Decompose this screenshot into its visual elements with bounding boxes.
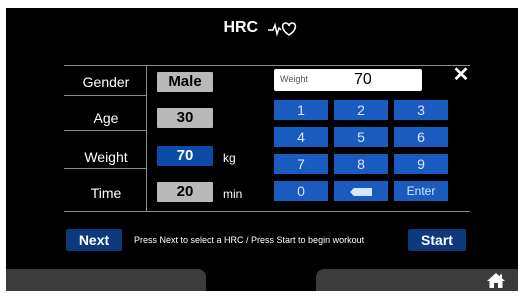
home-icon[interactable] [486, 272, 506, 289]
backspace-icon [349, 188, 372, 197]
screen: HRC Gender Male Age 30 Weight 70 kg Time… [6, 8, 518, 291]
weight-label: Weight [84, 149, 128, 165]
enter-button[interactable]: Enter [394, 181, 448, 201]
age-label: Age [93, 110, 119, 126]
key-4[interactable]: 4 [274, 127, 328, 147]
time-unit: min [223, 187, 243, 201]
backspace-button[interactable] [334, 181, 388, 201]
divider-row-1 [64, 95, 146, 96]
age-value[interactable]: 30 [157, 108, 213, 128]
title-text: HRC [223, 19, 259, 36]
time-label: Time [90, 185, 122, 201]
keypad-display-value: 70 [354, 71, 372, 88]
divider-bottom [64, 211, 470, 212]
key-5[interactable]: 5 [334, 127, 388, 147]
gender-value[interactable]: Male [157, 72, 213, 92]
key-0[interactable]: 0 [274, 181, 328, 201]
key-7[interactable]: 7 [274, 154, 328, 174]
weight-value[interactable]: 70 [157, 146, 213, 166]
divider-row-3 [64, 168, 146, 169]
divider-row-2 [64, 130, 146, 131]
key-1[interactable]: 1 [274, 100, 328, 120]
heart-rate-icon [267, 22, 296, 37]
bottom-tab-left[interactable] [6, 269, 206, 291]
close-icon[interactable]: ✕ [452, 65, 470, 85]
start-button[interactable]: Start [408, 229, 466, 251]
page-title: HRC [6, 19, 518, 37]
key-9[interactable]: 9 [394, 154, 448, 174]
divider-top [64, 65, 470, 66]
weight-unit: kg [223, 151, 236, 165]
divider-label-column [146, 65, 147, 211]
key-6[interactable]: 6 [394, 127, 448, 147]
keypad-display-label: Weight [280, 74, 308, 84]
gender-label: Gender [82, 74, 130, 90]
key-8[interactable]: 8 [334, 154, 388, 174]
instruction-text: Press Next to select a HRC / Press Start… [134, 235, 365, 245]
time-value[interactable]: 20 [157, 182, 213, 202]
key-3[interactable]: 3 [394, 100, 448, 120]
keypad-display: Weight 70 [274, 69, 422, 91]
next-button[interactable]: Next [66, 229, 122, 251]
key-2[interactable]: 2 [334, 100, 388, 120]
